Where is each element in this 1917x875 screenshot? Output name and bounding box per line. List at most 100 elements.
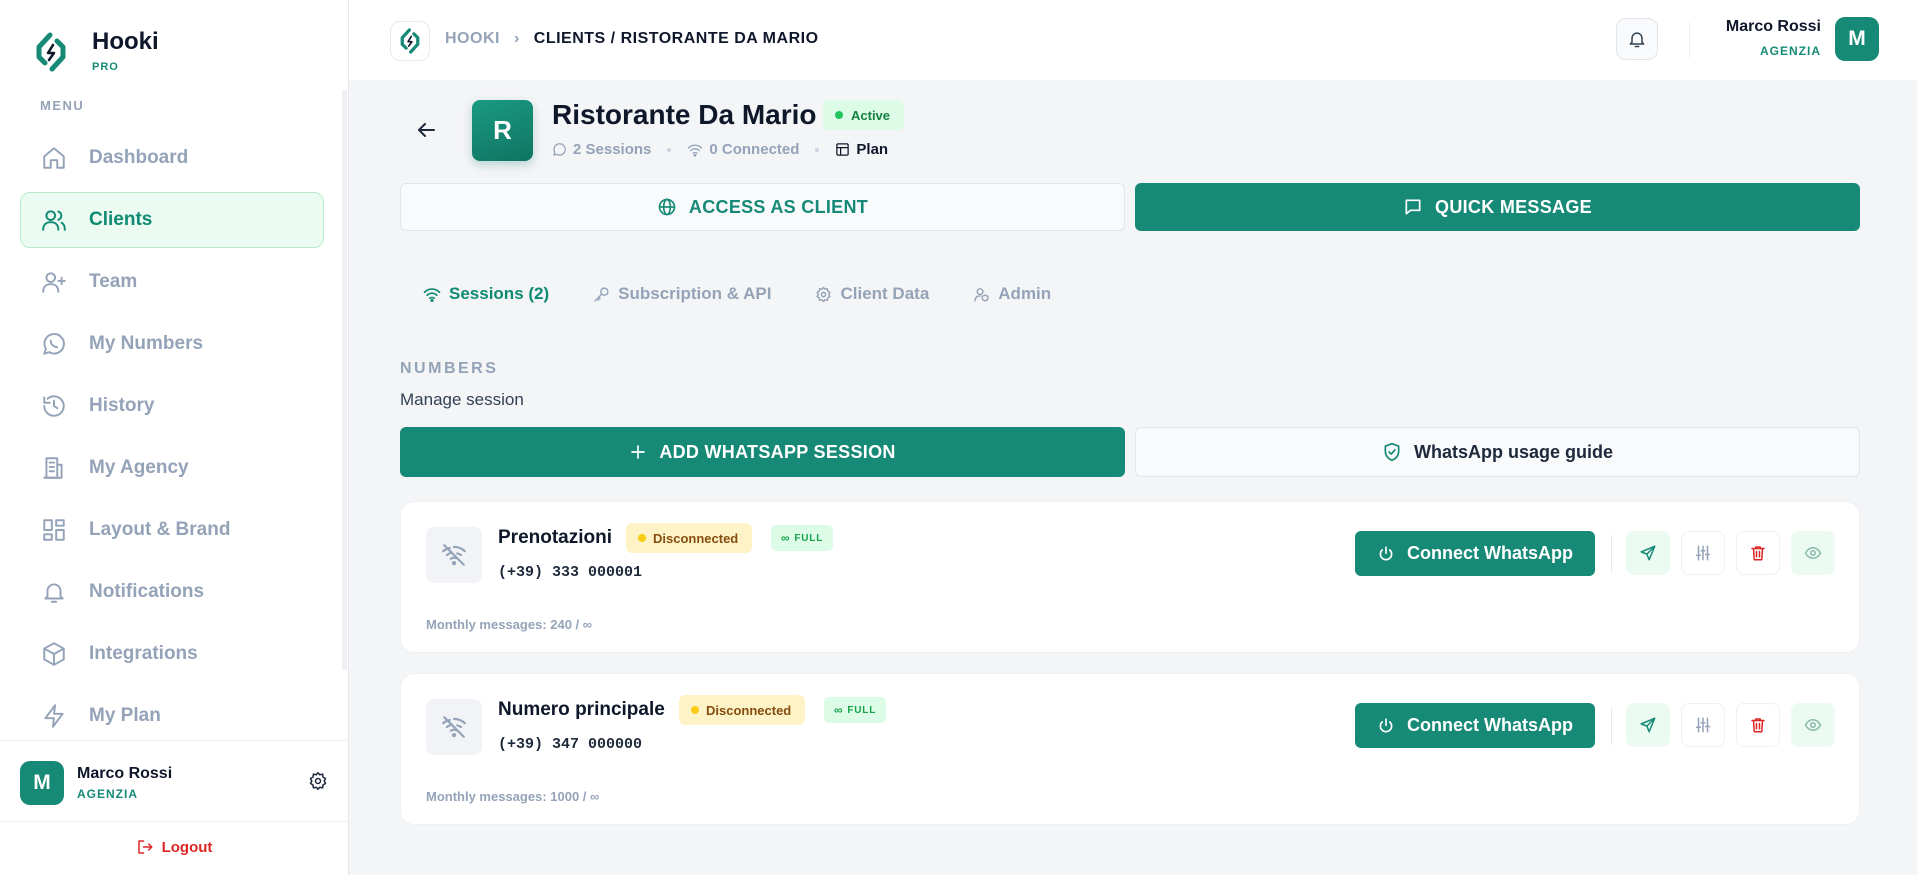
gear-icon[interactable] bbox=[308, 771, 328, 791]
page-title: Ristorante Da Mario bbox=[552, 99, 817, 130]
sidebar-user-card: M Marco Rossi AGENZIA bbox=[0, 740, 348, 822]
sidebar-item-my-numbers[interactable]: My Numbers bbox=[20, 316, 324, 372]
tab-subscription-api[interactable]: Subscription & API bbox=[593, 284, 771, 304]
message-icon bbox=[1405, 199, 1421, 215]
add-whatsapp-session-button[interactable]: ADD WHATSAPP SESSION bbox=[400, 427, 1125, 477]
header-logo[interactable] bbox=[390, 21, 430, 61]
whatsapp-icon bbox=[553, 143, 566, 156]
sliders-icon bbox=[1695, 545, 1711, 561]
connect-whatsapp-button[interactable]: Connect WhatsApp bbox=[1355, 703, 1595, 748]
layout-icon bbox=[836, 143, 850, 156]
status-badge: Active bbox=[823, 100, 905, 130]
connected-count: 0 Connected bbox=[687, 141, 799, 158]
sliders-icon bbox=[1695, 717, 1711, 733]
sidebar-item-label: Team bbox=[89, 271, 138, 292]
sidebar-item-history[interactable]: History bbox=[20, 378, 324, 434]
client-meta: 2 Sessions 0 Connected Plan bbox=[552, 141, 888, 158]
breadcrumb-root[interactable]: HOOKI bbox=[445, 30, 500, 48]
trash-icon bbox=[1751, 546, 1765, 561]
shield-check-icon bbox=[1384, 442, 1400, 462]
tab-client-data[interactable]: Client Data bbox=[815, 284, 929, 304]
sidebar-item-label: My Agency bbox=[89, 457, 189, 478]
logout-button[interactable]: Logout bbox=[0, 838, 348, 856]
delete-button[interactable] bbox=[1736, 531, 1780, 575]
sidebar-item-notifications[interactable]: Notifications bbox=[20, 564, 324, 620]
sidebar-item-label: History bbox=[89, 395, 155, 416]
building-icon bbox=[43, 457, 63, 479]
user-shield-icon bbox=[974, 287, 989, 302]
session-icon-box bbox=[426, 527, 482, 583]
plan-label: Plan bbox=[856, 141, 889, 158]
user-role: AGENZIA bbox=[77, 787, 138, 801]
settings-button[interactable] bbox=[1681, 703, 1725, 747]
send-message-button[interactable] bbox=[1626, 703, 1670, 747]
logout-icon bbox=[137, 840, 153, 854]
power-icon bbox=[1379, 717, 1393, 733]
tab-label: Client Data bbox=[840, 284, 930, 303]
session-status-label: Disconnected bbox=[706, 702, 792, 718]
tab-admin[interactable]: Admin bbox=[973, 284, 1051, 304]
sidebar-item-label: My Numbers bbox=[89, 333, 204, 354]
settings-button[interactable] bbox=[1681, 531, 1725, 575]
access-as-client-button[interactable]: ACCESS AS CLIENT bbox=[400, 183, 1125, 231]
sidebar-item-label: Clients bbox=[89, 209, 153, 230]
plan-link[interactable]: Plan bbox=[835, 141, 888, 158]
status-label: Active bbox=[851, 107, 891, 123]
wifi-off-icon bbox=[442, 544, 466, 566]
eye-icon bbox=[1804, 546, 1822, 560]
chevron-right-icon: › bbox=[513, 30, 520, 47]
sidebar-item-label: Layout & Brand bbox=[89, 519, 231, 540]
header-user[interactable]: Marco Rossi AGENZIA bbox=[1726, 18, 1821, 58]
sidebar-item-label: Notifications bbox=[89, 581, 205, 602]
status-dot bbox=[691, 706, 699, 714]
back-arrow-icon[interactable] bbox=[414, 118, 438, 142]
user-role: AGENZIA bbox=[1760, 44, 1821, 58]
delete-button[interactable] bbox=[1736, 703, 1780, 747]
key-icon bbox=[594, 286, 609, 302]
notifications-button[interactable] bbox=[1616, 18, 1658, 60]
sidebar-scrollbar[interactable] bbox=[342, 90, 347, 670]
session-phone: (+39) 333 000001 bbox=[498, 564, 643, 581]
sidebar-item-layout-brand[interactable]: Layout & Brand bbox=[20, 502, 324, 558]
bell-icon bbox=[1629, 32, 1645, 48]
user-plus-icon bbox=[42, 272, 66, 293]
tab-label: Subscription & API bbox=[618, 284, 772, 303]
session-card: Prenotazioni Disconnected ∞ FULL (+39) 3… bbox=[400, 501, 1860, 653]
avatar[interactable]: M bbox=[1835, 17, 1879, 61]
sidebar-item-my-plan[interactable]: My Plan bbox=[20, 688, 324, 744]
send-message-button[interactable] bbox=[1626, 531, 1670, 575]
brand[interactable]: Hooki PRO bbox=[34, 28, 159, 73]
sidebar-item-my-agency[interactable]: My Agency bbox=[20, 440, 324, 496]
wifi-icon bbox=[688, 144, 703, 157]
tab-label: Sessions (2) bbox=[449, 284, 550, 303]
breadcrumb: HOOKI › CLIENTS / RISTORANTE DA MARIO bbox=[445, 30, 819, 48]
status-dot bbox=[835, 111, 843, 119]
sidebar-item-clients[interactable]: Clients bbox=[20, 192, 324, 248]
globe-icon bbox=[658, 198, 676, 216]
connect-whatsapp-button[interactable]: Connect WhatsApp bbox=[1355, 531, 1595, 576]
sidebar-item-label: Integrations bbox=[89, 643, 198, 664]
view-button[interactable] bbox=[1791, 703, 1835, 747]
home-icon bbox=[43, 147, 65, 169]
sessions-count-label: 2 Sessions bbox=[573, 141, 652, 158]
sidebar-item-team[interactable]: Team bbox=[20, 254, 324, 310]
tier-label: FULL bbox=[847, 704, 877, 716]
hooki-logo-icon bbox=[36, 32, 66, 72]
menu-caption: MENU bbox=[40, 98, 85, 113]
tier-badge: ∞ FULL bbox=[771, 525, 834, 551]
sidebar-item-dashboard[interactable]: Dashboard bbox=[20, 130, 324, 186]
access-as-client-label: ACCESS AS CLIENT bbox=[688, 196, 869, 217]
tab-sessions[interactable]: Sessions (2) bbox=[423, 284, 549, 304]
bolt-icon bbox=[44, 704, 64, 728]
quick-message-button[interactable]: QUICK MESSAGE bbox=[1135, 183, 1860, 231]
sidebar-item-integrations[interactable]: Integrations bbox=[20, 626, 324, 682]
avatar[interactable]: M bbox=[20, 761, 64, 805]
view-button[interactable] bbox=[1791, 531, 1835, 575]
tab-bar: Sessions (2) Subscription & API Client D… bbox=[423, 284, 1095, 304]
guide-label: WhatsApp usage guide bbox=[1413, 441, 1613, 462]
monthly-messages: Monthly messages: 1000 / ∞ bbox=[426, 789, 600, 804]
connect-label: Connect WhatsApp bbox=[1407, 715, 1573, 735]
whatsapp-guide-button[interactable]: WhatsApp usage guide bbox=[1135, 427, 1860, 477]
session-card: Numero principale Disconnected ∞ FULL (+… bbox=[400, 673, 1860, 825]
bell-icon bbox=[44, 583, 64, 603]
